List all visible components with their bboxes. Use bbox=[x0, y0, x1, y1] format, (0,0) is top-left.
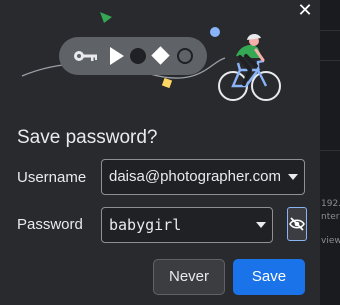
username-label: Username bbox=[17, 169, 87, 186]
background-text: view bbox=[321, 236, 340, 246]
password-label: Password bbox=[17, 216, 83, 233]
background-page bbox=[320, 0, 340, 305]
eye-off-icon bbox=[289, 217, 305, 231]
username-select[interactable]: daisa@photographer.com bbox=[101, 159, 305, 195]
background-text: ntern bbox=[321, 212, 340, 222]
background-divider bbox=[320, 30, 340, 31]
dialog-title: Save password? bbox=[17, 127, 158, 148]
chevron-down-icon bbox=[287, 160, 299, 194]
close-button[interactable]: ✕ bbox=[294, 0, 316, 22]
save-button[interactable]: Save bbox=[233, 259, 305, 295]
username-value: daisa@photographer.com bbox=[109, 168, 281, 185]
never-button[interactable]: Never bbox=[153, 259, 225, 295]
chevron-down-icon bbox=[255, 208, 267, 242]
background-divider bbox=[320, 150, 340, 151]
background-divider bbox=[320, 60, 340, 61]
save-password-dialog: ✕ Save password? Username daisa@photogra… bbox=[0, 0, 320, 305]
close-icon: ✕ bbox=[297, 0, 313, 21]
password-field[interactable]: babygirl bbox=[101, 207, 273, 243]
cyclist-illustration bbox=[21, 12, 281, 101]
background-text: 192. bbox=[321, 199, 340, 209]
toggle-password-visibility-button[interactable] bbox=[287, 207, 307, 241]
password-value: babygirl bbox=[109, 216, 182, 234]
